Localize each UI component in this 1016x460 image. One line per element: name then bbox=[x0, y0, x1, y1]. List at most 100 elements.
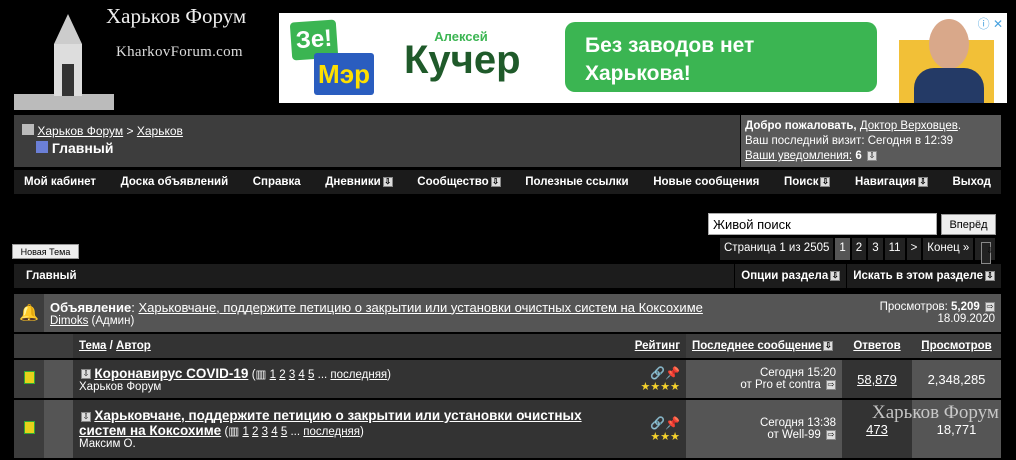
page-link[interactable]: 3 bbox=[262, 426, 268, 438]
nav-item[interactable]: Навигация ⇩ bbox=[855, 176, 928, 188]
section-search[interactable]: Искать в этом разделе ⇩ bbox=[846, 264, 1001, 288]
dropdown-icon[interactable]: ⇩ bbox=[866, 150, 877, 161]
views-label: Просмотров: bbox=[879, 301, 948, 313]
rating-stars: ★★★ bbox=[650, 430, 680, 443]
page-link[interactable]: 3 bbox=[868, 238, 883, 260]
last-page-link[interactable]: последняя bbox=[330, 369, 387, 381]
nav-label: Дневники bbox=[325, 176, 381, 188]
announcement-author[interactable]: Dimoks bbox=[50, 315, 88, 327]
breadcrumb-parent[interactable]: Харьков bbox=[137, 124, 183, 138]
announcement-label: Объявление bbox=[50, 299, 132, 315]
page-link[interactable]: 5 bbox=[281, 426, 287, 438]
announcement-date: 18.09.2020 bbox=[937, 313, 995, 325]
nav-item[interactable]: Мой кабинет bbox=[24, 176, 96, 188]
forum-icon bbox=[36, 141, 48, 153]
page-link[interactable]: 3 bbox=[289, 369, 295, 381]
last-post-time: Сегодня 15:20 bbox=[759, 367, 836, 379]
goto-icon[interactable]: ⇨ bbox=[826, 379, 836, 390]
ad-close-icon[interactable]: ⓘ ✕ bbox=[978, 15, 1003, 32]
page-title: Главный bbox=[51, 140, 114, 156]
new-topic-button[interactable]: Новая Тема bbox=[12, 244, 79, 259]
ad-mer: Мэр bbox=[314, 53, 374, 95]
live-search-input[interactable] bbox=[708, 213, 937, 235]
page-link[interactable]: 1 bbox=[835, 238, 850, 260]
goto-icon[interactable]: ⇨ bbox=[985, 301, 995, 312]
table-row: ⇩ Коронавирус COVID-19 (▥ 1 2 3 4 5 ... … bbox=[14, 360, 1001, 398]
last-page-link[interactable]: последняя bbox=[303, 426, 360, 438]
page-link[interactable]: 5 bbox=[308, 369, 314, 381]
breadcrumb-root[interactable]: Харьков Форум bbox=[37, 124, 123, 138]
dropdown-icon: ⇩ bbox=[820, 176, 831, 187]
thread-status-icon bbox=[14, 360, 44, 398]
site-logo[interactable]: Харьков Форум KharkovForum.com bbox=[0, 0, 278, 110]
pin-icon: 📌 bbox=[665, 415, 680, 430]
section-options[interactable]: Опции раздела ⇩ bbox=[734, 264, 846, 288]
page-link[interactable]: 4 bbox=[271, 426, 277, 438]
user-link[interactable]: Доктор Верховцев bbox=[860, 120, 958, 132]
nav-item[interactable]: Справка bbox=[253, 176, 301, 188]
dropdown-icon[interactable]: ⇩ bbox=[823, 340, 834, 351]
views-count: 5,209 bbox=[951, 301, 980, 313]
announcement-link[interactable]: Харьковчане, поддержите петицию о закрыт… bbox=[138, 300, 702, 315]
thread-author: Максим О. bbox=[79, 438, 136, 450]
announcement-row: 🔔 Объявление: Харьковчане, поддержите пе… bbox=[14, 294, 1001, 332]
sort-last-post[interactable]: Последнее сообщение bbox=[692, 340, 821, 352]
replies-count[interactable]: 58,879 bbox=[857, 372, 897, 387]
sort-topic[interactable]: Тема bbox=[79, 340, 106, 352]
ad-banner[interactable]: Зе! Мэр Алексей Кучер Без заводов нет Ха… bbox=[279, 13, 1007, 103]
preview-icon[interactable]: ⇩ bbox=[81, 411, 91, 422]
section-title: Главный bbox=[26, 270, 77, 282]
church-icon bbox=[14, 14, 114, 110]
search-go-button[interactable]: Вперёд bbox=[941, 214, 996, 235]
page-link[interactable]: 1 bbox=[270, 369, 276, 381]
section-header: Главный Опции раздела ⇩ Искать в этом раз… bbox=[14, 264, 1001, 288]
nav-item[interactable]: Полезные ссылки bbox=[525, 176, 628, 188]
nav-item[interactable]: Сообщество ⇩ bbox=[417, 176, 501, 188]
page-link[interactable]: 4 bbox=[298, 369, 304, 381]
page-link[interactable]: 1 bbox=[242, 426, 248, 438]
dropdown-icon: ⇩ bbox=[490, 176, 501, 187]
thread-icon bbox=[44, 360, 73, 398]
page-link[interactable]: 2 bbox=[279, 369, 285, 381]
thread-title-cell: ⇩ Харьковчане, поддержите петицию о закр… bbox=[73, 400, 629, 458]
thread-link[interactable]: Коронавирус COVID-19 bbox=[94, 366, 248, 381]
preview-icon[interactable]: ⇩ bbox=[81, 369, 91, 380]
rating-stars: ★★★★ bbox=[640, 380, 680, 393]
thread-author: Харьков Форум bbox=[79, 380, 162, 393]
page-link[interactable]: 11 bbox=[884, 238, 905, 260]
thread-status-icon bbox=[14, 400, 44, 458]
nav-label: Навигация bbox=[855, 176, 916, 188]
next-page[interactable]: > bbox=[906, 238, 922, 260]
goto-icon[interactable]: ⇨ bbox=[826, 429, 836, 440]
last-post-cell: Сегодня 13:38 от Well-99 ⇨ bbox=[686, 400, 842, 458]
pagination: Страница 1 из 2505 1 2 3 11 > Конец » ⇩ bbox=[720, 238, 996, 264]
nav-item[interactable]: Новые сообщения bbox=[653, 176, 759, 188]
header-blank bbox=[14, 334, 44, 358]
sort-rating[interactable]: Рейтинг bbox=[635, 340, 680, 352]
attachment-icon: 🔗 bbox=[650, 415, 666, 430]
sort-views[interactable]: Просмотров bbox=[921, 340, 991, 352]
dropdown-icon: ⇩ bbox=[985, 270, 995, 281]
ad-surname: Кучер bbox=[404, 38, 521, 82]
page-link[interactable]: 2 bbox=[851, 238, 867, 260]
sort-replies[interactable]: Ответов bbox=[853, 340, 900, 352]
section-search-label: Искать в этом разделе bbox=[853, 270, 983, 282]
nav-item[interactable]: Поиск ⇩ bbox=[784, 176, 831, 188]
notifications-count: 6 bbox=[855, 150, 862, 162]
last-page[interactable]: Конец » bbox=[923, 238, 974, 260]
notifications-link[interactable]: Ваши уведомления: bbox=[745, 150, 852, 162]
nav-item[interactable]: Выход bbox=[953, 176, 991, 188]
sort-author[interactable]: Автор bbox=[116, 340, 151, 352]
folder-icon bbox=[22, 124, 34, 135]
logo-domain: KharkovForum.com bbox=[116, 44, 243, 60]
views-count: 2,348,285 bbox=[912, 360, 1001, 398]
nav-item[interactable]: Дневники ⇩ bbox=[325, 176, 393, 188]
logo-title: Харьков Форум bbox=[106, 4, 247, 28]
header-blank bbox=[44, 334, 73, 358]
nav-item[interactable]: Доска объявлений bbox=[121, 176, 229, 188]
dropdown-icon: ⇩ bbox=[917, 176, 928, 187]
page-link[interactable]: 2 bbox=[252, 426, 258, 438]
last-post-author[interactable]: от Well-99 bbox=[767, 429, 820, 441]
pager-dropdown[interactable]: ⇩ bbox=[975, 238, 996, 264]
last-post-author[interactable]: от Pro et contra bbox=[740, 379, 820, 391]
